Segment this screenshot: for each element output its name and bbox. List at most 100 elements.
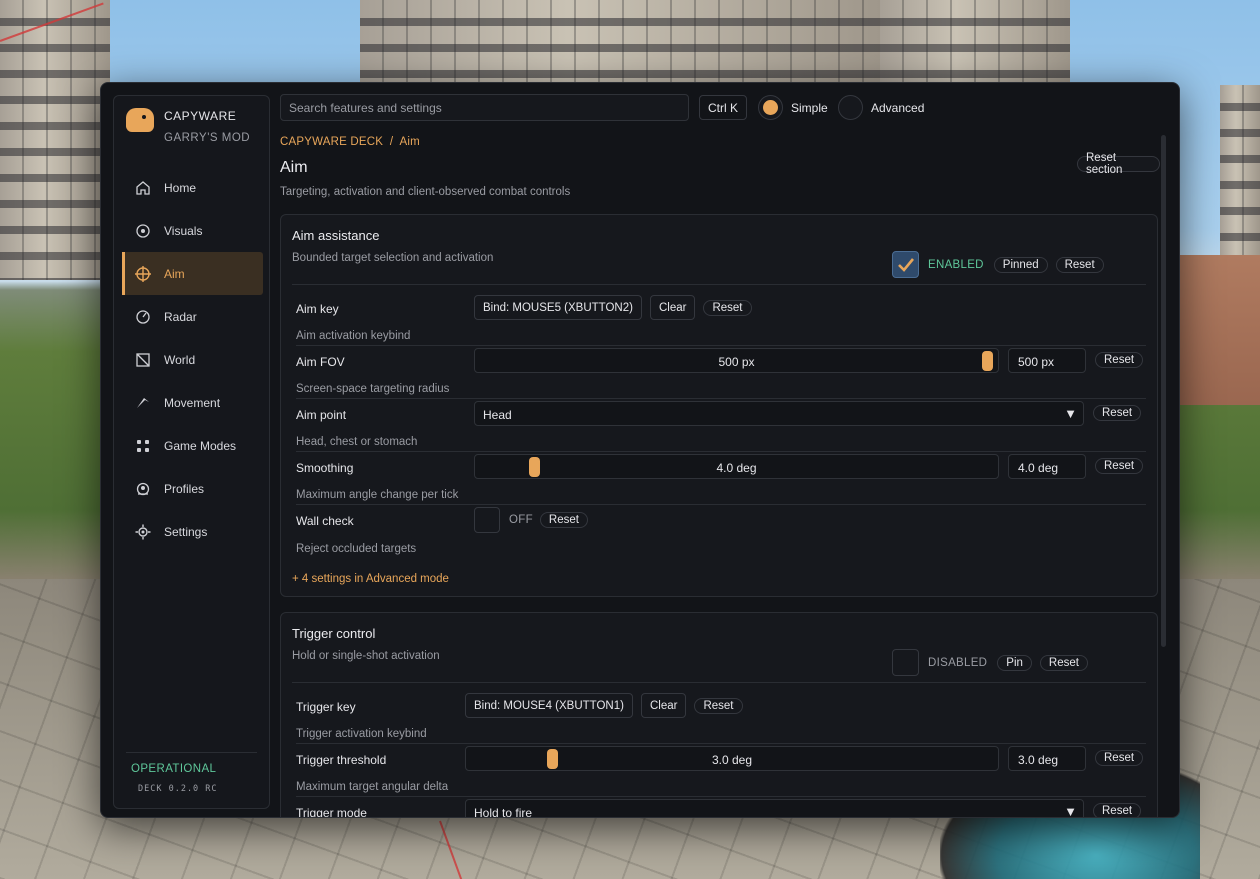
sidebar-item-label: World — [164, 352, 196, 367]
setting-label: Trigger mode — [296, 806, 367, 818]
sidebar-item-label: Home — [164, 180, 197, 195]
slider-value-label: 4.0 deg — [716, 461, 757, 475]
chevron-down-icon: ▼ — [1064, 406, 1077, 421]
trigger-control-card: Trigger control Hold or single-shot acti… — [280, 612, 1158, 818]
mode-advanced-toggle[interactable]: Advanced — [838, 95, 924, 120]
world-icon — [134, 351, 152, 369]
aim-key-row: Aim key Bind: MOUSE5 (XBUTTON2) Clear Re… — [296, 295, 1146, 321]
trigger-threshold-reset-button[interactable]: Reset — [1095, 750, 1144, 766]
divider — [292, 284, 1146, 285]
trigger-key-bind-button[interactable]: Bind: MOUSE4 (XBUTTON1) — [465, 693, 633, 718]
trigger-enable-checkbox[interactable] — [892, 649, 919, 676]
chevron-down-icon: ▼ — [1064, 804, 1077, 818]
smoothing-slider[interactable]: 4.0 deg — [474, 454, 999, 479]
card-subtitle: Bounded target selection and activation — [292, 252, 494, 264]
checkmark-icon — [897, 257, 914, 272]
aim-key-bind-button[interactable]: Bind: MOUSE5 (XBUTTON2) — [474, 295, 642, 320]
card-reset-button[interactable]: Reset — [1055, 256, 1104, 273]
sidebar-item-profiles[interactable]: Profiles — [122, 467, 263, 510]
sidebar-footer: OPERATIONAL DECK 0.2.0 RC — [126, 752, 257, 794]
trigger-threshold-number-input[interactable]: 3.0 deg — [1008, 746, 1086, 771]
smoothing-reset-button[interactable]: Reset — [1095, 458, 1144, 474]
trigger-key-clear-button[interactable]: Clear — [640, 693, 687, 718]
sidebar-item-settings[interactable]: Settings — [122, 510, 263, 553]
profile-icon — [134, 480, 152, 498]
aim-fov-row: Aim FOV 500 px 500 px Reset — [296, 348, 1146, 374]
sidebar-item-movement[interactable]: Movement — [122, 381, 263, 424]
sidebar-item-home[interactable]: Home — [122, 166, 263, 209]
trigger-mode-reset-button[interactable]: Reset — [1093, 803, 1142, 817]
setting-label: Wall check — [296, 514, 354, 528]
setting-hint: Head, chest or stomach — [296, 436, 418, 448]
sidebar-item-aim[interactable]: Aim — [122, 252, 263, 295]
sidebar-item-radar[interactable]: Radar — [122, 295, 263, 338]
setting-label: Smoothing — [296, 461, 354, 475]
game-name: GARRY'S MOD — [164, 132, 251, 144]
radio-empty-icon — [838, 95, 863, 120]
breadcrumb: CAPYWARE DECK / Aim — [280, 136, 420, 148]
mode-advanced-label: Advanced — [871, 100, 925, 115]
divider — [296, 504, 1146, 505]
card-header-controls: ENABLED Pinned Reset — [892, 251, 1104, 278]
aim-key-reset-button[interactable]: Reset — [703, 299, 752, 316]
setting-label: Trigger threshold — [296, 753, 387, 767]
card-reset-button[interactable]: Reset — [1039, 654, 1088, 671]
sidebar-item-visuals[interactable]: Visuals — [122, 209, 263, 252]
setting-hint: Trigger activation keybind — [296, 728, 427, 740]
aim-fov-slider[interactable]: 500 px — [474, 348, 999, 373]
page-subtitle: Targeting, activation and client-observe… — [280, 186, 571, 198]
version-label: DECK 0.2.0 RC — [138, 784, 218, 794]
reset-section-button[interactable]: Reset section — [1077, 152, 1160, 176]
search-input[interactable] — [280, 94, 689, 121]
setting-hint: Aim activation keybind — [296, 330, 411, 342]
setting-hint: Maximum target angular delta — [296, 781, 449, 793]
radar-icon — [134, 308, 152, 326]
divider — [296, 398, 1146, 399]
advanced-mode-link[interactable]: + 4 settings in Advanced mode — [292, 573, 449, 585]
sidebar-item-label: Profiles — [164, 481, 205, 496]
pin-button[interactable]: Pin — [997, 654, 1032, 671]
sidebar-item-game-modes[interactable]: Game Modes — [122, 424, 263, 467]
grid-icon — [134, 437, 152, 455]
sidebar-item-label: Visuals — [164, 223, 203, 238]
setting-hint: Maximum angle change per tick — [296, 489, 459, 501]
content-scrollbar[interactable] — [1161, 135, 1166, 647]
setting-label: Aim point — [296, 408, 347, 422]
sidebar-item-label: Movement — [164, 395, 221, 410]
aim-fov-reset-button[interactable]: Reset — [1095, 352, 1144, 368]
mode-simple-label: Simple — [791, 100, 828, 115]
page-title: Aim — [280, 159, 308, 176]
sidebar-nav: Home Visuals Aim Radar World Movement Ga… — [122, 166, 263, 553]
brand-name: CAPYWARE — [164, 109, 237, 123]
divider — [296, 345, 1146, 346]
setting-label: Aim FOV — [296, 355, 345, 369]
wall-check-reset-button[interactable]: Reset — [539, 512, 588, 528]
setting-label: Aim key — [296, 302, 339, 316]
aim-point-row: Aim point Head ▼ Reset — [296, 401, 1146, 427]
smoothing-number-input[interactable]: 4.0 deg — [1008, 454, 1086, 479]
disabled-state-label: DISABLED — [928, 656, 988, 669]
aim-point-reset-button[interactable]: Reset — [1093, 405, 1142, 421]
trigger-key-row: Trigger key Bind: MOUSE4 (XBUTTON1) Clea… — [296, 693, 1146, 719]
trigger-key-reset-button[interactable]: Reset — [694, 697, 743, 714]
pinned-button[interactable]: Pinned — [993, 256, 1048, 273]
sidebar-item-world[interactable]: World — [122, 338, 263, 381]
search-shortcut-badge[interactable]: Ctrl K — [699, 95, 747, 120]
card-header-controls: DISABLED Pin Reset — [892, 649, 1088, 676]
aim-assistance-card: Aim assistance Bounded target selection … — [280, 214, 1158, 597]
aim-fov-number-input[interactable]: 500 px — [1008, 348, 1086, 373]
aim-assist-enable-checkbox[interactable] — [892, 251, 919, 278]
trigger-mode-select[interactable]: Hold to fire ▼ — [465, 799, 1084, 818]
smoothing-row: Smoothing 4.0 deg 4.0 deg Reset — [296, 454, 1146, 480]
radio-selected-icon — [758, 95, 783, 120]
sidebar: CAPYWARE GARRY'S MOD Home Visuals Aim Ra… — [113, 95, 270, 809]
aim-point-select[interactable]: Head ▼ — [474, 401, 1084, 426]
sidebar-item-label: Radar — [164, 309, 197, 324]
status-badge: OPERATIONAL — [131, 763, 217, 775]
aim-key-clear-button[interactable]: Clear — [649, 295, 696, 320]
trigger-threshold-slider[interactable]: 3.0 deg — [465, 746, 999, 771]
mode-simple-toggle[interactable]: Simple — [758, 95, 828, 120]
capybara-logo-icon — [126, 108, 154, 132]
card-subtitle: Hold or single-shot activation — [292, 650, 440, 662]
wall-check-checkbox[interactable] — [474, 507, 500, 533]
